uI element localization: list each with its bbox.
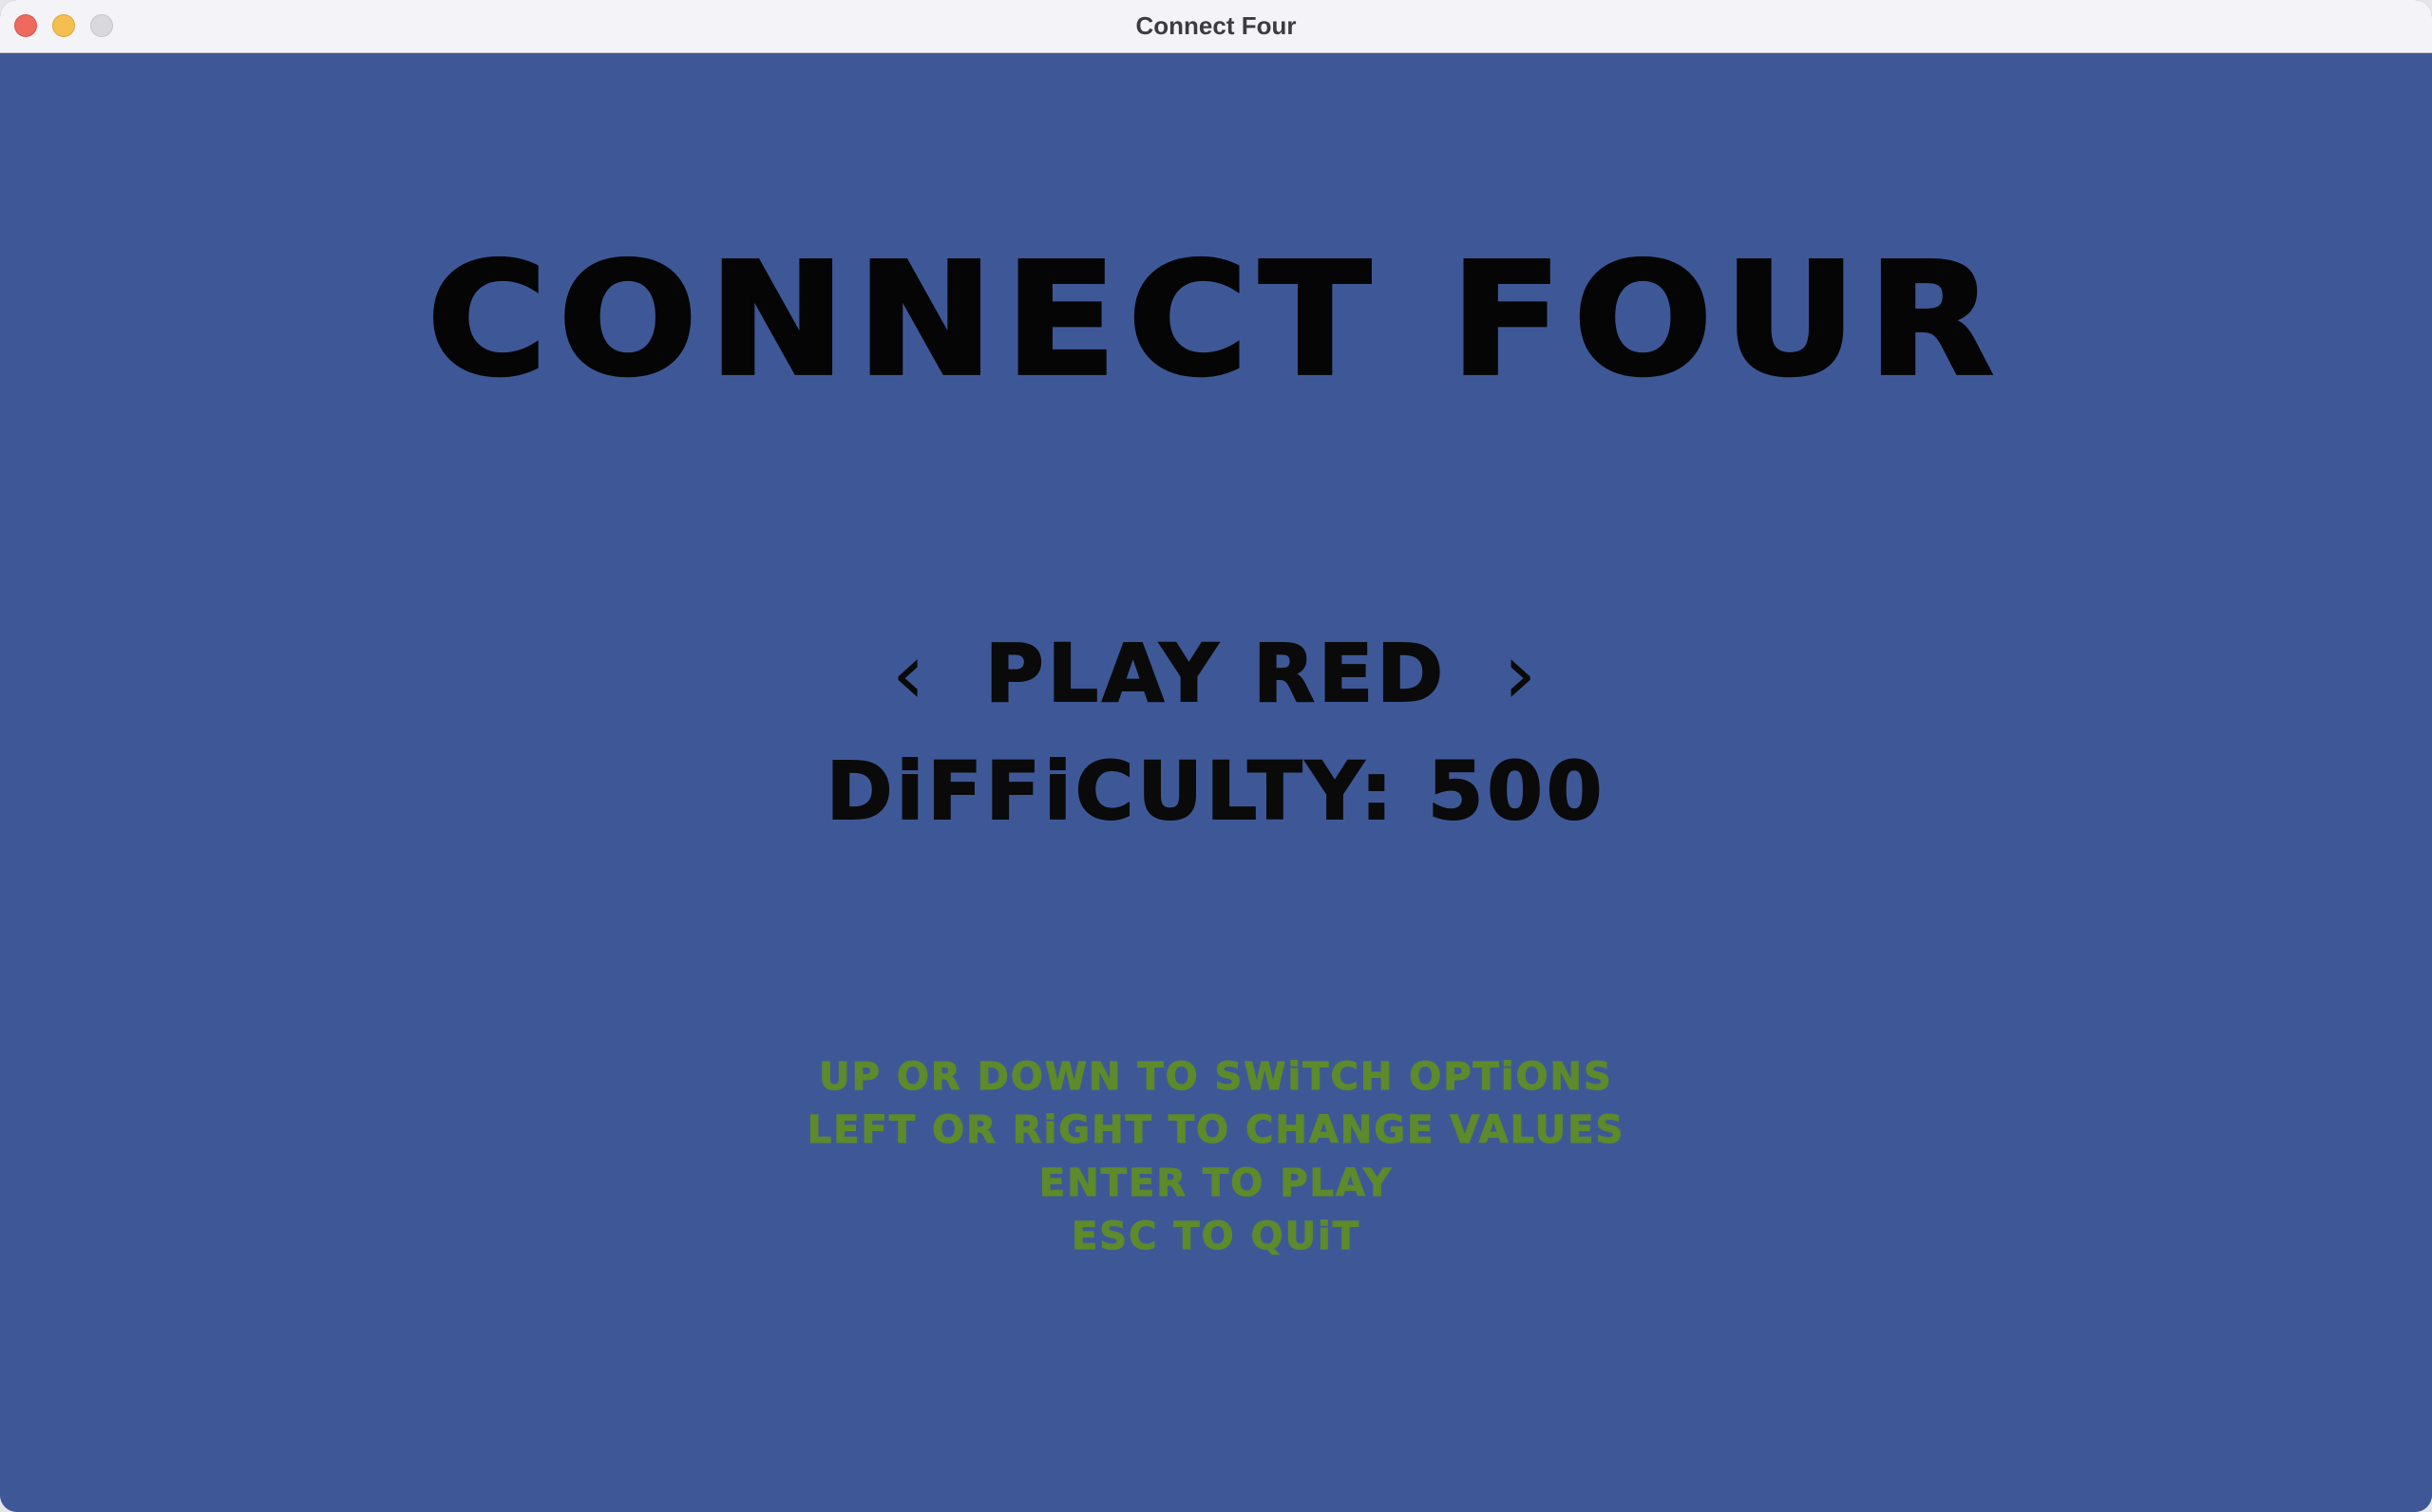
app-window: Connect Four CONNECT FOUR ‹ PLAY RED › D… <box>0 0 2432 1512</box>
difficulty-option[interactable]: DiFFiCULTY: 500 <box>0 744 2432 839</box>
title-bar[interactable]: Connect Four <box>0 0 2432 53</box>
instructions: UP OR DOWN TO SWiTCH OPTiONS LEFT OR RiG… <box>0 1050 2432 1263</box>
instruction-enter-play: ENTER TO PLAY <box>1038 1162 1394 1206</box>
game-title: CONNECT FOUR <box>425 227 2005 412</box>
game-canvas[interactable]: CONNECT FOUR ‹ PLAY RED › DiFFiCULTY: 50… <box>0 53 2432 1512</box>
instruction-change-values: LEFT OR RiGHT TO CHANGE VALUES <box>807 1108 1625 1153</box>
player-color-label: PLAY RED <box>984 626 1447 721</box>
player-color-option[interactable]: ‹ PLAY RED › <box>0 621 2432 723</box>
previous-option-arrow-icon[interactable]: ‹ <box>867 625 954 723</box>
next-option-arrow-icon[interactable]: › <box>1478 625 1565 723</box>
instruction-switch-options: UP OR DOWN TO SWiTCH OPTiONS <box>819 1055 1613 1100</box>
window-title: Connect Four <box>1135 11 1297 40</box>
instruction-esc-quit: ESC TO QUiT <box>1071 1215 1361 1259</box>
